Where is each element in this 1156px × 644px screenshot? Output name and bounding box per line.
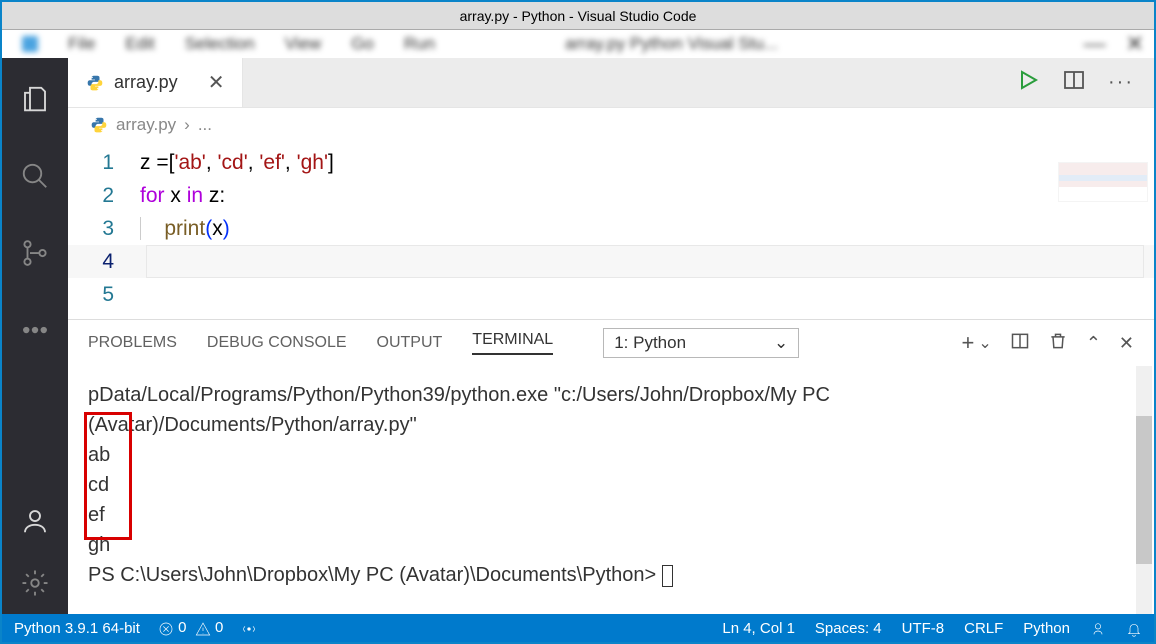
status-cursor-position[interactable]: Ln 4, Col 1 <box>722 620 795 637</box>
explorer-icon[interactable] <box>19 83 51 115</box>
new-terminal-icon[interactable]: + <box>962 330 975 356</box>
status-broadcast-icon[interactable] <box>241 619 257 636</box>
menu-file[interactable]: File <box>68 34 95 54</box>
more-icon[interactable] <box>19 314 51 346</box>
trash-icon[interactable] <box>1048 331 1068 356</box>
split-terminal-icon[interactable] <box>1010 331 1030 356</box>
menu-go[interactable]: Go <box>351 34 374 54</box>
code-line[interactable] <box>140 278 146 311</box>
status-problems[interactable]: 0 0 <box>158 619 223 636</box>
breadcrumb-file: array.py <box>116 115 176 135</box>
code-line[interactable]: for x in z: <box>140 179 225 212</box>
tab-close-icon[interactable]: ✕ <box>208 70 225 95</box>
terminal-output: ab <box>88 440 1134 470</box>
terminal-output: gh <box>88 530 1134 560</box>
terminal-prompt: PS C:\Users\John\Dropbox\My PC (Avatar)\… <box>88 560 1134 590</box>
source-control-icon[interactable] <box>19 237 51 269</box>
panel: PROBLEMS DEBUG CONSOLE OUTPUT TERMINAL 1… <box>68 319 1154 614</box>
terminal-output: cd <box>88 470 1134 500</box>
terminal-line: (Avatar)/Documents/Python/array.py" <box>88 410 1134 440</box>
breadcrumb-sep: › <box>184 115 190 135</box>
line-number: 5 <box>68 278 140 311</box>
activity-bar <box>2 58 68 614</box>
vscode-logo <box>22 36 38 52</box>
terminal-line: pData/Local/Programs/Python/Python39/pyt… <box>88 380 1134 410</box>
window-close-icon[interactable]: ✕ <box>1126 31 1144 57</box>
chevron-up-icon[interactable]: ⌃ <box>1086 333 1101 354</box>
terminal-selector-label: 1: Python <box>614 333 686 353</box>
terminal-cursor <box>662 565 673 587</box>
line-number: 3 <box>68 212 140 245</box>
tab-bar: array.py ✕ ··· <box>68 58 1154 108</box>
feedback-icon[interactable] <box>1090 619 1106 636</box>
line-number: 1 <box>68 146 140 179</box>
window-minimize-icon[interactable]: — <box>1084 31 1106 57</box>
panel-tab-problems[interactable]: PROBLEMS <box>88 334 177 352</box>
run-icon[interactable] <box>1016 68 1040 97</box>
terminal-scrollbar[interactable] <box>1136 366 1152 614</box>
panel-tab-debug[interactable]: DEBUG CONSOLE <box>207 334 347 352</box>
menu-overflow: array.py Python Visual Stu... <box>565 34 778 54</box>
accounts-icon[interactable] <box>19 505 51 537</box>
code-line[interactable]: print(x) <box>140 212 230 245</box>
chevron-down-icon[interactable]: ⌄ <box>978 333 991 353</box>
breadcrumb-more: ... <box>198 115 212 135</box>
code-editor[interactable]: 1 z =['ab', 'cd', 'ef', 'gh'] 2 for x in… <box>68 142 1154 319</box>
panel-tab-output[interactable]: OUTPUT <box>377 334 443 352</box>
search-icon[interactable] <box>19 160 51 192</box>
status-language[interactable]: Python <box>1023 620 1070 637</box>
title-bar: array.py - Python - Visual Studio Code <box>2 2 1154 30</box>
menu-selection[interactable]: Selection <box>185 34 255 54</box>
status-python-version[interactable]: Python 3.9.1 64-bit <box>14 620 140 637</box>
python-file-icon <box>90 116 108 134</box>
line-number: 2 <box>68 179 140 212</box>
code-line[interactable]: z =['ab', 'cd', 'ef', 'gh'] <box>140 146 334 179</box>
minimap[interactable] <box>1058 162 1148 202</box>
menu-bar: File Edit Selection View Go Run array.py… <box>2 30 1154 58</box>
terminal-selector[interactable]: 1: Python ⌄ <box>603 328 799 358</box>
window-title: array.py - Python - Visual Studio Code <box>460 8 697 24</box>
settings-gear-icon[interactable] <box>19 567 51 599</box>
line-number: 4 <box>68 245 140 278</box>
status-bar: Python 3.9.1 64-bit 0 0 Ln 4, Col 1 Spac… <box>2 614 1154 642</box>
menu-edit[interactable]: Edit <box>125 34 154 54</box>
panel-tab-terminal[interactable]: TERMINAL <box>472 331 553 355</box>
status-eol[interactable]: CRLF <box>964 620 1003 637</box>
status-encoding[interactable]: UTF-8 <box>902 620 945 637</box>
notifications-bell-icon[interactable] <box>1126 619 1142 636</box>
split-editor-icon[interactable] <box>1062 68 1086 97</box>
code-line[interactable] <box>140 245 146 278</box>
panel-tabs: PROBLEMS DEBUG CONSOLE OUTPUT TERMINAL 1… <box>68 320 1154 366</box>
panel-close-icon[interactable]: ✕ <box>1119 333 1134 354</box>
terminal[interactable]: pData/Local/Programs/Python/Python39/pyt… <box>68 366 1154 614</box>
python-file-icon <box>86 74 104 92</box>
breadcrumb[interactable]: array.py › ... <box>68 108 1154 142</box>
terminal-output: ef <box>88 500 1134 530</box>
status-indentation[interactable]: Spaces: 4 <box>815 620 882 637</box>
menu-view[interactable]: View <box>285 34 322 54</box>
tab-label: array.py <box>114 72 178 93</box>
editor-more-icon[interactable]: ··· <box>1108 71 1134 94</box>
chevron-down-icon: ⌄ <box>774 333 788 353</box>
menu-run[interactable]: Run <box>404 34 435 54</box>
tab-array-py[interactable]: array.py ✕ <box>68 58 243 107</box>
